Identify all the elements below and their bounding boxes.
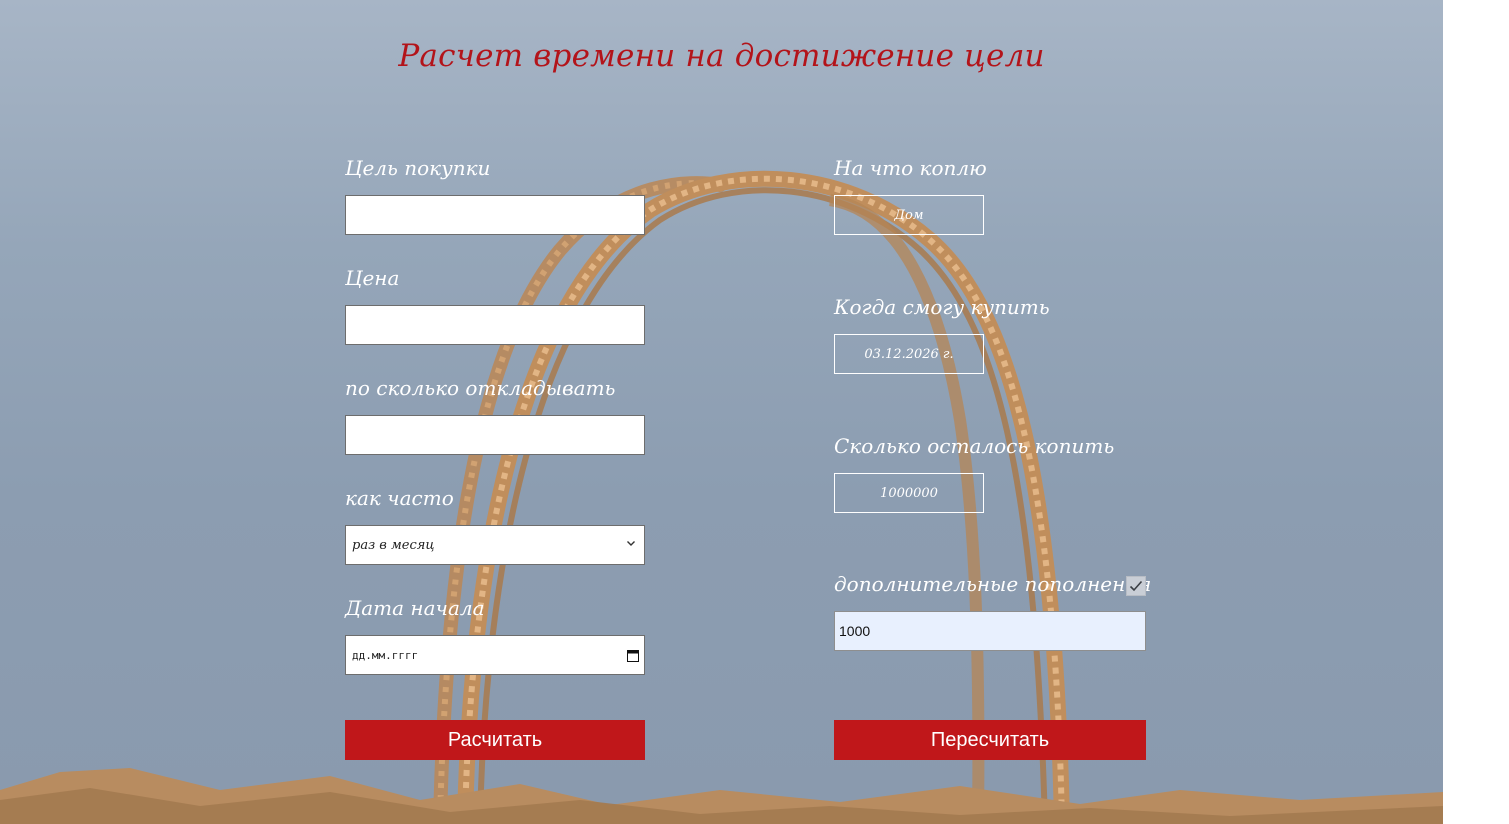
paper-bag-image bbox=[0, 170, 1443, 824]
price-input[interactable] bbox=[345, 305, 645, 345]
checkmark-icon bbox=[1129, 580, 1143, 592]
recalculate-button[interactable]: Пересчитать bbox=[834, 720, 1146, 760]
extra-label: дополнительные пополнения bbox=[834, 572, 1152, 596]
goal-label: Цель покупки bbox=[345, 156, 491, 180]
start-date-placeholder: дд.мм.гггг bbox=[352, 648, 419, 662]
saving-for-output: Дом bbox=[834, 195, 984, 235]
amount-input[interactable] bbox=[345, 415, 645, 455]
calendar-icon[interactable] bbox=[627, 649, 639, 662]
when-output: 03.12.2026 г. bbox=[834, 334, 984, 374]
goal-input[interactable] bbox=[345, 195, 645, 235]
extra-checkbox[interactable] bbox=[1126, 576, 1146, 596]
start-date-input[interactable]: дд.мм.гггг bbox=[345, 635, 645, 675]
background-image bbox=[0, 0, 1443, 824]
saving-for-label: На что коплю bbox=[834, 156, 987, 180]
chevron-down-icon bbox=[627, 541, 635, 546]
price-label: Цена bbox=[345, 266, 400, 290]
amount-label: по сколько откладывать bbox=[345, 376, 616, 400]
remaining-output: 1000000 bbox=[834, 473, 984, 513]
when-label: Когда смогу купить bbox=[834, 295, 1050, 319]
start-date-label: Дата начала bbox=[345, 596, 485, 620]
remaining-label: Сколько осталось копить bbox=[834, 434, 1115, 458]
frequency-selected-value: раз в месяц bbox=[352, 537, 435, 553]
extra-amount-input[interactable]: 1000 bbox=[834, 611, 1146, 651]
calculate-button[interactable]: Расчитать bbox=[345, 720, 645, 760]
frequency-select[interactable]: раз в месяц bbox=[345, 525, 645, 565]
page-title: Расчет времени на достижение цели bbox=[398, 38, 1045, 74]
frequency-label: как часто bbox=[345, 486, 454, 510]
